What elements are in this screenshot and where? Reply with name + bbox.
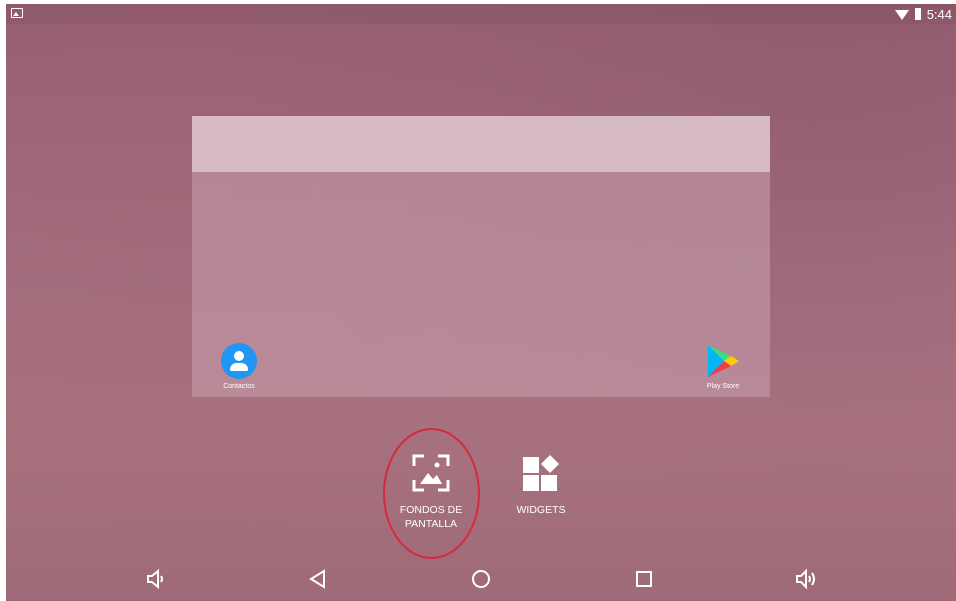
volume-down-button[interactable] (144, 567, 168, 591)
contacts-icon (221, 343, 257, 379)
recent-apps-icon (636, 571, 652, 587)
back-button[interactable] (306, 567, 330, 591)
volume-up-icon (796, 568, 815, 590)
play-store-icon (705, 343, 741, 379)
widgets-icon (521, 453, 561, 493)
wallpaper-icon (411, 453, 451, 493)
app-contacts[interactable]: Contactos (209, 343, 269, 390)
battery-icon (914, 8, 921, 20)
status-right-group: 5:44 (894, 5, 952, 23)
status-time: 5:44 (926, 6, 952, 22)
app-label-contacts: Contactos (223, 383, 255, 390)
home-button[interactable] (469, 567, 493, 591)
app-play-store[interactable]: Play Store (693, 343, 753, 390)
image-notification-icon (11, 8, 23, 18)
wifi-icon (894, 10, 909, 20)
navigation-bar (6, 557, 956, 601)
home-screen: 5:44 Contactos Play Store FONDOS DE PANT… (6, 4, 956, 601)
wallpapers-button[interactable]: FONDOS DE PANTALLA (383, 428, 480, 559)
wallpapers-label: FONDOS DE PANTALLA (399, 504, 463, 530)
home-options-menu: FONDOS DE PANTALLA WIDGETS (383, 428, 589, 559)
app-label-play-store: Play Store (706, 383, 740, 390)
widgets-label: WIDGETS (516, 504, 566, 516)
home-screen-preview[interactable]: Contactos Play Store (192, 116, 770, 397)
widgets-button[interactable]: WIDGETS (493, 429, 589, 531)
preview-search-bar (192, 116, 770, 172)
recent-apps-button[interactable] (632, 567, 656, 591)
volume-up-button[interactable] (794, 567, 818, 591)
volume-down-icon (147, 568, 163, 590)
back-icon (309, 569, 325, 589)
home-icon (472, 570, 490, 588)
status-bar: 5:44 (6, 4, 956, 24)
